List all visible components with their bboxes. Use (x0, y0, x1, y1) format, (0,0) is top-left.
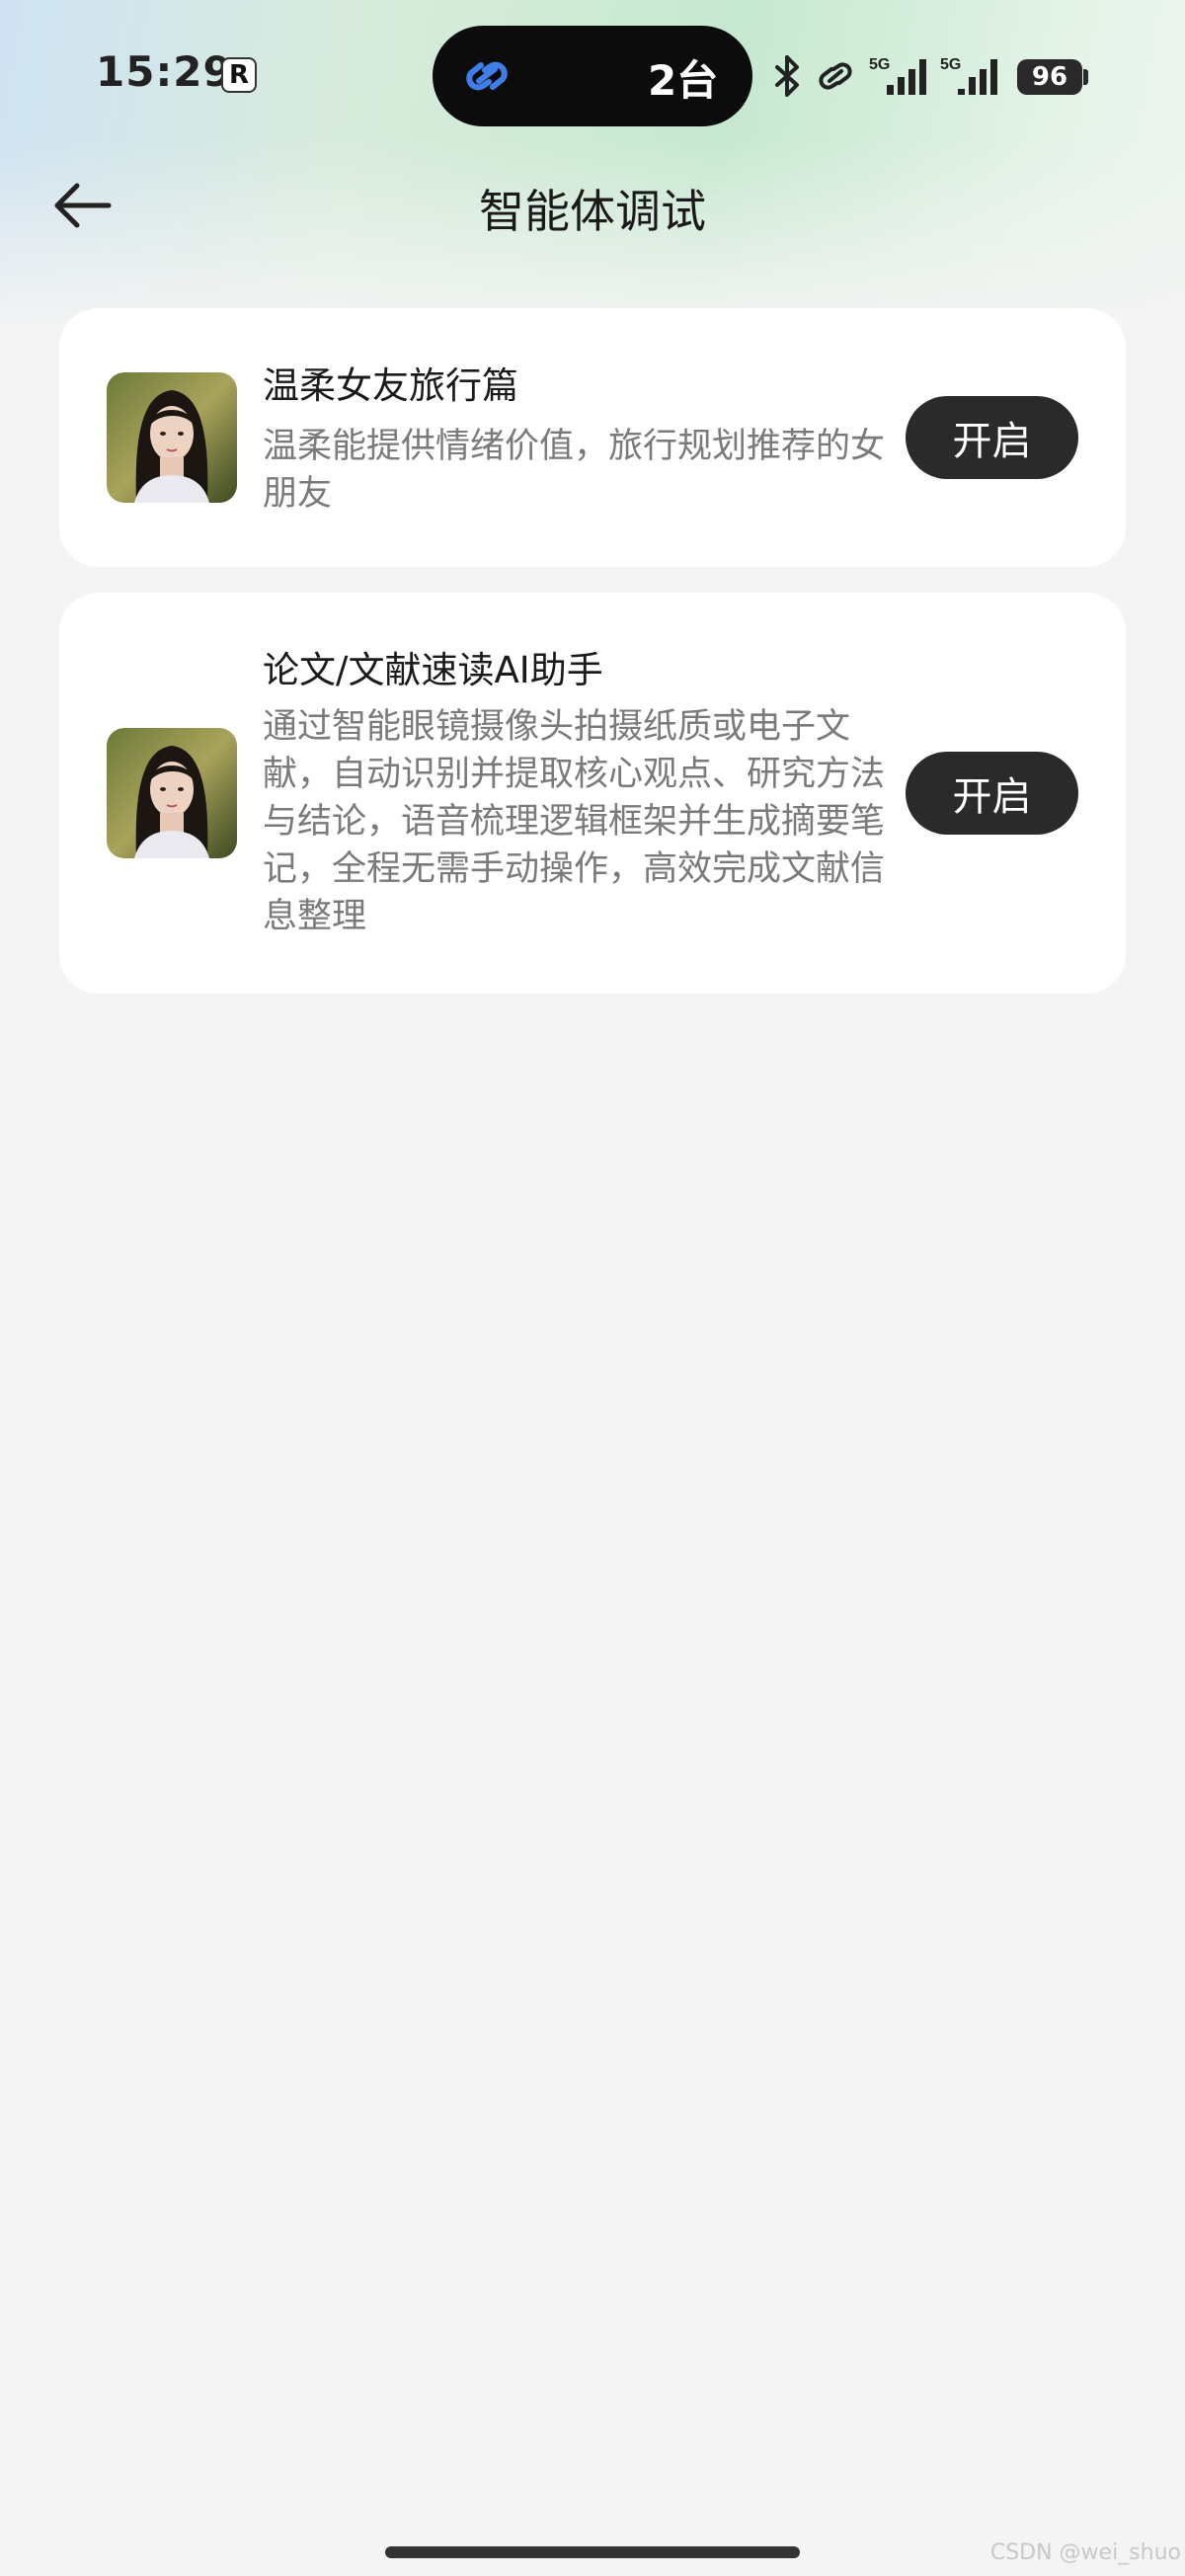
link-icon (466, 61, 508, 91)
watermark: CSDN @wei_shuo (989, 2540, 1181, 2565)
agent-avatar (107, 728, 237, 858)
agent-description: 通过智能眼镜摄像头拍摄纸质或电子文献，自动识别并提取核心观点、研究方法与结论，语… (263, 707, 886, 936)
enable-agent-button[interactable]: 开启 (906, 752, 1078, 835)
battery-tip (1083, 69, 1088, 85)
battery-indicator: 96 (1017, 59, 1082, 95)
agent-avatar (107, 372, 237, 503)
cellular-signal-2-icon: 5G (940, 56, 997, 95)
status-time: 15:29 (96, 47, 233, 96)
agent-card: 温柔女友旅行篇 温柔能提供情绪价值，旅行规划推荐的女朋友 开启 (59, 308, 1126, 567)
signal-1-label: 5G (869, 56, 890, 73)
app-notification-badge: R (221, 57, 257, 93)
agent-title: 温柔女友旅行篇 (263, 364, 518, 407)
bluetooth-icon (775, 55, 799, 97)
cellular-signal-1-icon: 5G (869, 56, 926, 95)
home-indicator[interactable] (385, 2546, 800, 2558)
connected-device-count: 2台 (648, 56, 719, 105)
link-status-icon (819, 62, 852, 90)
agent-card: 论文/文献速读AI助手 通过智能眼镜摄像头拍摄纸质或电子文献，自动识别并提取核心… (59, 593, 1126, 994)
agent-description: 温柔能提供情绪价值，旅行规划推荐的女朋友 (263, 427, 886, 514)
agent-title: 论文/文献速读AI助手 (263, 649, 603, 691)
enable-agent-button[interactable]: 开启 (906, 396, 1078, 479)
page-title: 智能体调试 (479, 185, 706, 238)
signal-2-label: 5G (940, 56, 961, 73)
